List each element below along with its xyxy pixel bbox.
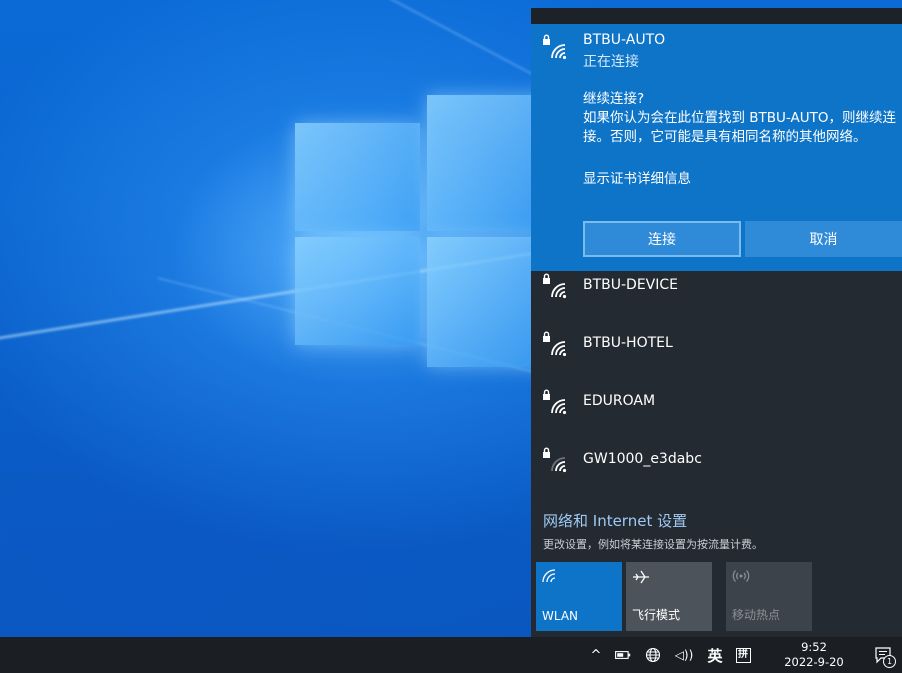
network-name: GW1000_e3dabc	[583, 451, 702, 467]
network-list: BTBU-DEVICE BTBU-HOTEL EDUROAM GW1000_e3…	[531, 258, 902, 490]
selected-network-panel[interactable]: BTBU-AUTO 正在连接 继续连接? 如果你认为会在此位置找到 BTBU-A…	[531, 24, 902, 271]
logo-pane	[295, 123, 420, 231]
show-hidden-icons-button[interactable]: ^	[585, 637, 607, 673]
airplane-mode-label: 飞行模式	[632, 608, 681, 622]
cancel-button[interactable]: 取消	[745, 221, 902, 257]
mobile-hotspot-toggle[interactable]: 移动热点	[726, 562, 812, 631]
wifi-secured-icon	[541, 331, 571, 357]
network-name: BTBU-DEVICE	[583, 277, 679, 293]
notification-count-badge: 1	[883, 655, 896, 668]
hotspot-icon	[732, 568, 750, 588]
selected-network-name: BTBU-AUTO	[583, 32, 666, 48]
input-language-indicator[interactable]: 英	[704, 637, 726, 673]
connect-prompt: 继续连接? 如果你认为会在此位置找到 BTBU-AUTO，则继续连接。否则，它可…	[583, 90, 899, 147]
windows-logo	[295, 95, 557, 367]
airplane-mode-toggle[interactable]: 飞行模式	[626, 562, 712, 631]
wifi-secured-icon	[541, 389, 571, 415]
network-settings-link[interactable]: 网络和 Internet 设置	[543, 510, 687, 531]
wifi-icon	[542, 568, 558, 587]
wifi-secured-icon	[541, 34, 571, 60]
logo-pane	[295, 237, 420, 345]
ime-mode-label: 拼	[735, 647, 751, 663]
wifi-secured-icon	[541, 273, 571, 299]
connect-question: 继续连接?	[583, 91, 645, 107]
wifi-secured-weak-icon	[541, 447, 571, 473]
network-item[interactable]: BTBU-HOTEL	[531, 316, 902, 374]
volume-icon[interactable]: ◁))	[670, 637, 698, 673]
network-item[interactable]: EDUROAM	[531, 374, 902, 432]
flyout-top-edge	[531, 8, 902, 24]
mobile-hotspot-label: 移动热点	[732, 608, 781, 622]
taskbar: ^ ◁)) 英 拼 9:52 2022-9-20 1	[0, 637, 902, 673]
clock-date: 2022-9-20	[784, 655, 844, 669]
selected-network-status: 正在连接	[583, 54, 639, 70]
airplane-icon	[632, 568, 650, 590]
clock-time: 9:52	[801, 640, 827, 654]
network-name: BTBU-HOTEL	[583, 335, 673, 351]
ime-mode-icon[interactable]: 拼	[732, 637, 754, 673]
wlan-toggle[interactable]: WLAN	[536, 562, 622, 631]
action-center-button[interactable]: 1	[866, 637, 900, 673]
connect-message: 如果你认为会在此位置找到 BTBU-AUTO，则继续连接。否则，它可能是具有相同…	[583, 110, 897, 145]
network-item[interactable]: BTBU-DEVICE	[531, 258, 902, 316]
battery-icon[interactable]	[612, 637, 634, 673]
network-item[interactable]: GW1000_e3dabc	[531, 432, 902, 490]
network-flyout: BTBU-AUTO 正在连接 继续连接? 如果你认为会在此位置找到 BTBU-A…	[531, 8, 902, 637]
network-name: EDUROAM	[583, 393, 656, 409]
show-certificate-link[interactable]: 显示证书详细信息	[583, 167, 691, 187]
network-globe-icon[interactable]	[641, 637, 665, 673]
network-settings-description: 更改设置，例如将某连接设置为按流量计费。	[543, 538, 763, 551]
connect-button[interactable]: 连接	[583, 221, 741, 257]
wlan-label: WLAN	[542, 609, 579, 623]
clock[interactable]: 9:52 2022-9-20	[768, 637, 860, 673]
